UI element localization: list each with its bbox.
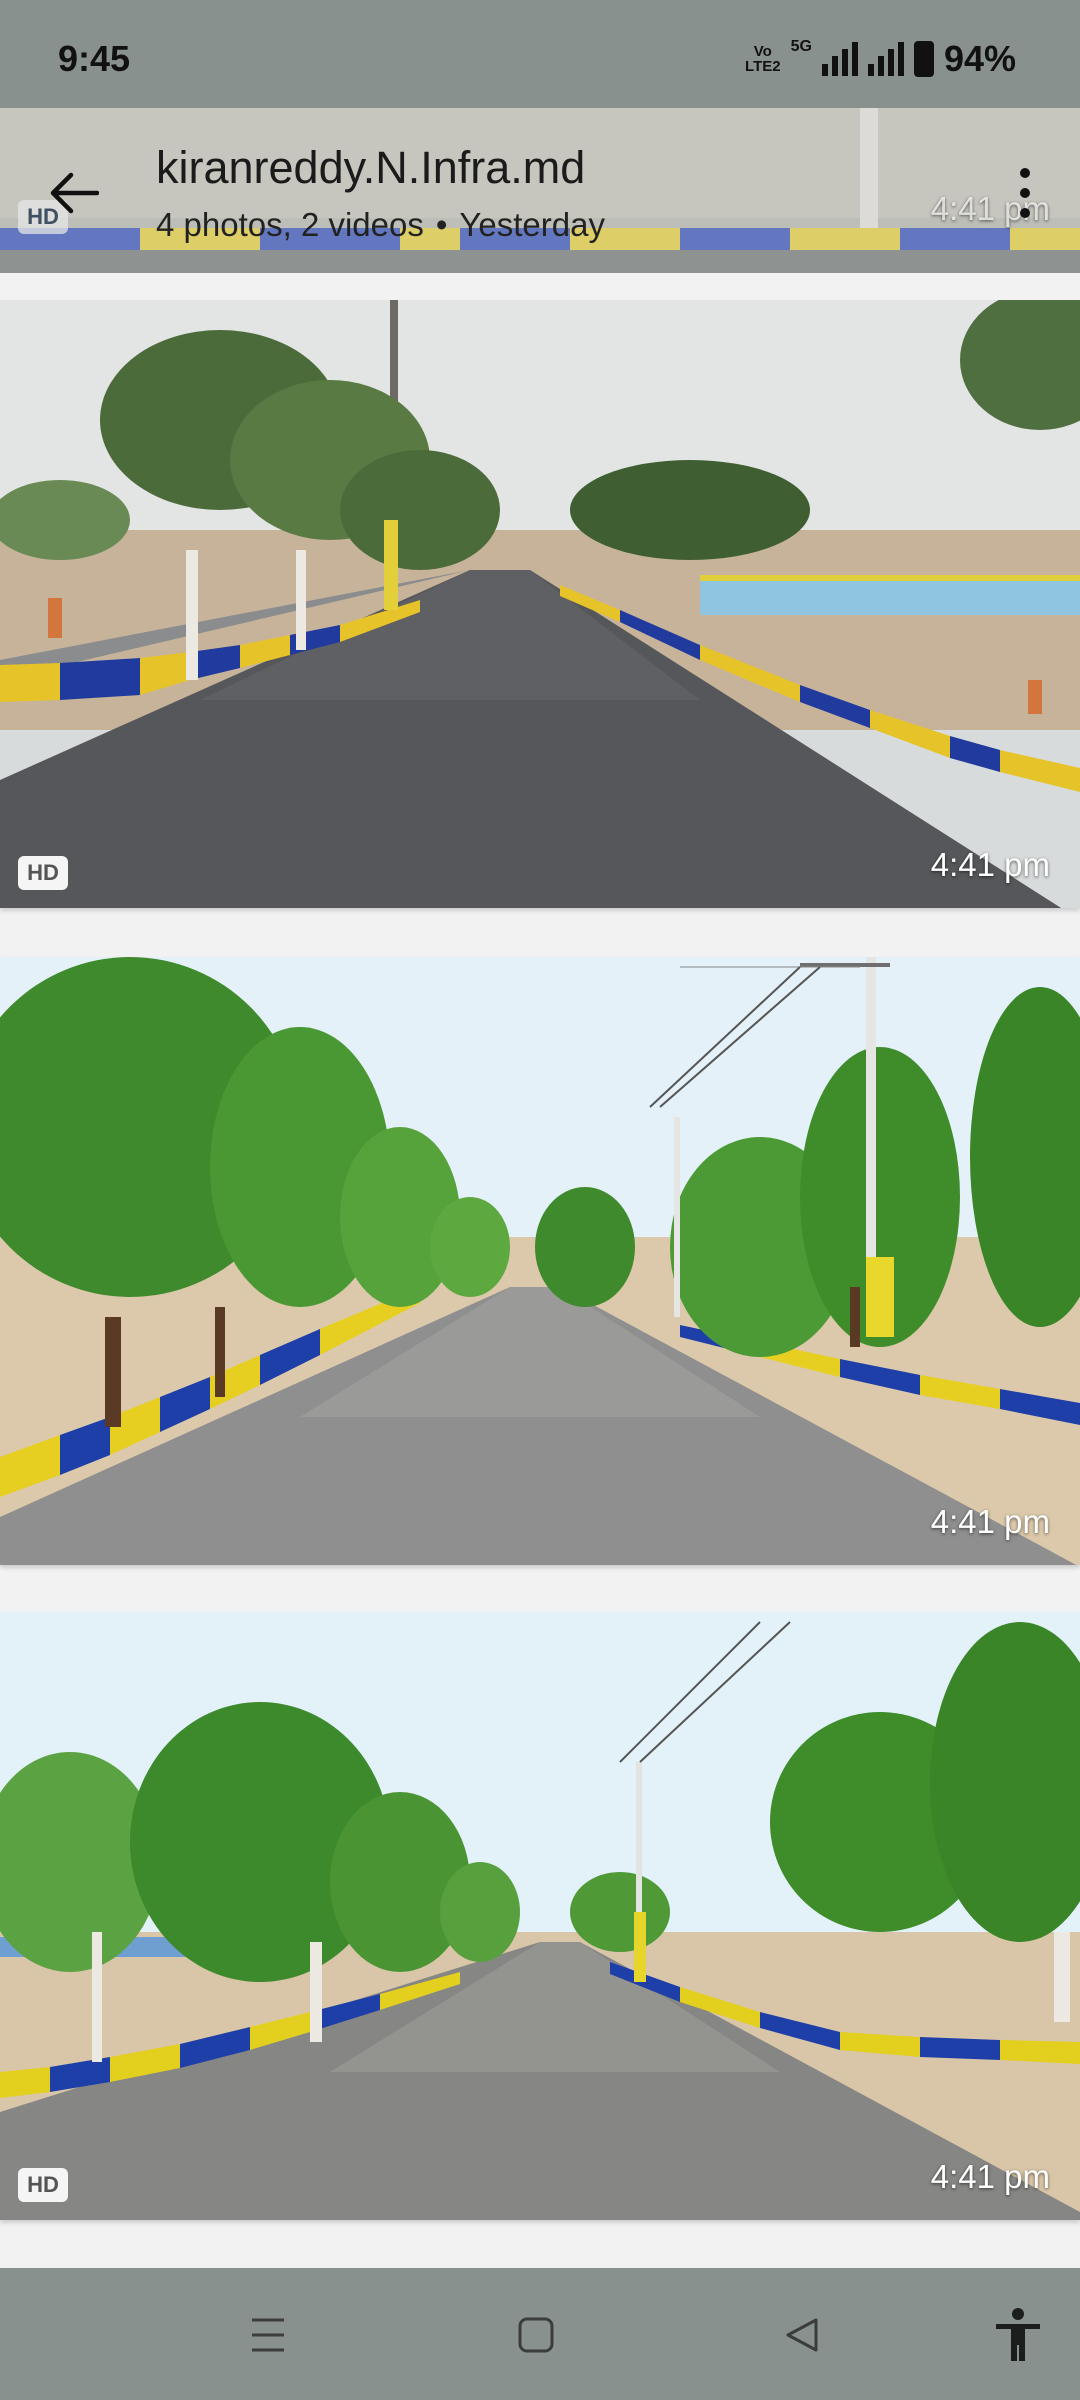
signal-icon [821,42,858,76]
album-subtitle: 4 photos, 2 videos • Yesterday [156,206,605,244]
recent-apps-icon [252,2318,284,2352]
status-time: 9:45 [58,38,131,79]
photo-item[interactable]: HD 4:41 pm [0,1612,1080,2220]
home-button[interactable] [506,2308,566,2362]
photo-item[interactable]: HD 4:41 pm [0,300,1080,908]
more-vertical-icon [1020,168,1030,178]
photo-time: 4:41 pm [930,2158,1050,2195]
album-item-counts: 4 photos, 2 videos [156,206,424,243]
accessibility-button[interactable] [988,2308,1048,2362]
photo-time: 4:41 pm [930,1503,1050,1540]
network-type: 5G [790,38,812,55]
subtitle-separator: • [435,206,448,243]
photo-item[interactable]: 4:41 pm [0,957,1080,1565]
battery-level: 94% [943,38,1016,79]
arrow-left-icon [50,172,99,214]
photo-road-plots-3 [0,1612,1080,2220]
album-title: kiranreddy.N.Infra.md [156,142,586,193]
hd-badge: HD [18,2168,68,2202]
back-button[interactable] [38,158,108,228]
photo-road-plots-1 [0,300,1080,908]
recent-apps-button[interactable] [238,2308,298,2362]
back-icon [786,2318,818,2352]
status-bar: 9:45 Vo LTE2 5G 94% [0,0,1080,108]
signal-icon-2 [867,42,904,76]
status-icons: Vo LTE2 5G 94% [745,38,1016,80]
battery-icon [913,41,934,77]
more-options-button[interactable] [1000,158,1050,228]
album-date: Yesterday [459,206,605,243]
hd-badge: HD [18,856,68,890]
accessibility-icon [996,2308,1040,2361]
volte-indicator: Vo LTE2 [745,43,781,75]
album-header: kiranreddy.N.Infra.md 4 photos, 2 videos… [0,108,1080,273]
navigation-bar [0,2268,1080,2400]
photo-time: 4:41 pm [930,846,1050,883]
photo-road-plots-2 [0,957,1080,1565]
home-icon [518,2317,554,2353]
back-nav-button[interactable] [772,2308,832,2362]
